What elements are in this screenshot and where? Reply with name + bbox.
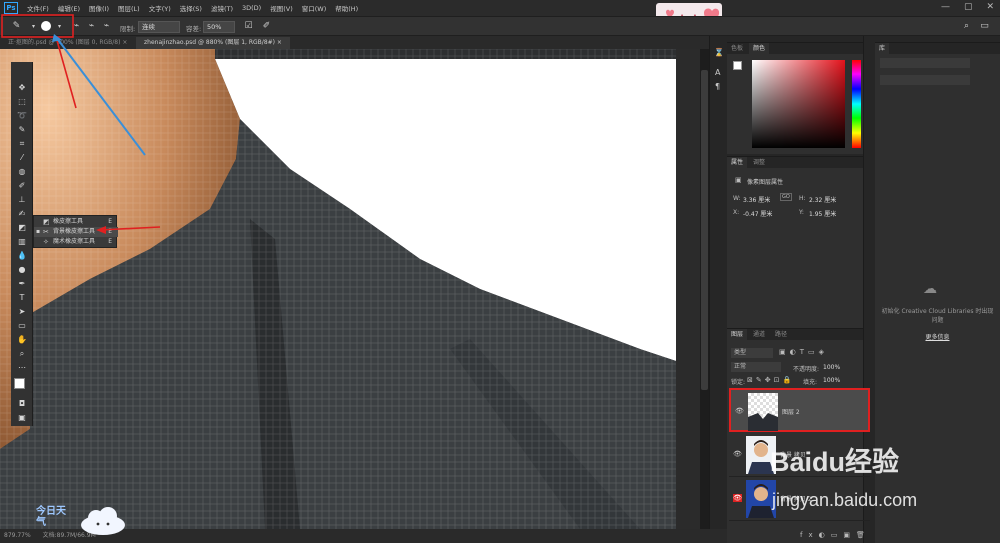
baidu-watermark: Baidu经验 [770,447,900,477]
cloud-mascot-icon [81,507,125,535]
annotation-blue-arrowhead [52,34,62,42]
annotation-flyout-arrowhead [96,226,106,234]
annotation-blue-arrow-line [55,36,146,156]
weather-logo: 今日天气 [36,506,66,528]
baidu-url-watermark: jingyan.baidu.com [772,490,918,510]
annotation-flyout-arrow-line [99,226,161,231]
annotation-red-arrow-line [55,36,77,109]
annotation-box-options [1,14,74,38]
